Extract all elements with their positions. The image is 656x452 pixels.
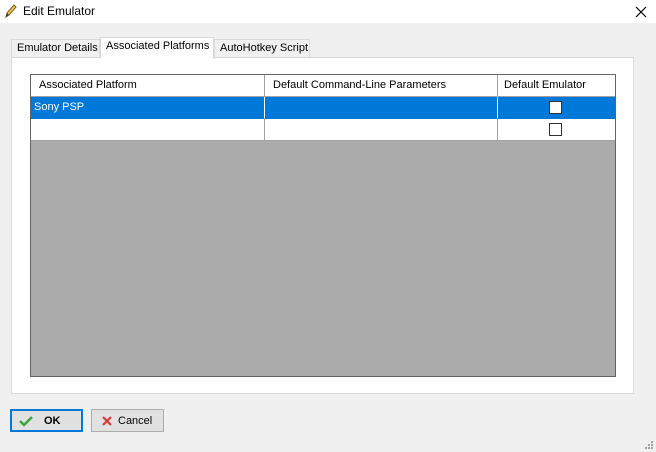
title-bar: Edit Emulator xyxy=(0,0,656,23)
close-icon xyxy=(635,6,647,17)
default-emulator-checkbox[interactable] xyxy=(549,123,562,136)
column-header-platform[interactable]: Associated Platform xyxy=(31,75,265,97)
grid-header: Associated Platform Default Command-Line… xyxy=(31,75,615,97)
resize-grip-icon[interactable] xyxy=(644,440,654,450)
tab-emulator-details[interactable]: Emulator Details xyxy=(11,39,100,58)
column-header-default-emulator[interactable]: Default Emulator xyxy=(498,75,615,97)
close-button[interactable] xyxy=(626,0,656,23)
cancel-button[interactable]: Cancel xyxy=(91,409,164,432)
default-emulator-cell[interactable] xyxy=(498,97,615,119)
table-row[interactable] xyxy=(31,119,615,141)
x-icon xyxy=(102,415,112,426)
pencil-icon xyxy=(5,4,17,19)
ok-button[interactable]: OK xyxy=(10,409,83,432)
column-header-parameters[interactable]: Default Command-Line Parameters xyxy=(265,75,498,97)
ok-label: OK xyxy=(44,414,61,427)
parameters-cell[interactable] xyxy=(265,119,498,141)
platform-cell[interactable]: Sony PSP xyxy=(31,97,265,119)
associated-platforms-panel: Associated Platform Default Command-Line… xyxy=(11,57,634,394)
table-row[interactable]: Sony PSP xyxy=(31,97,615,119)
tab-autohotkey-script[interactable]: AutoHotkey Script xyxy=(214,39,310,58)
platform-cell[interactable] xyxy=(31,119,265,141)
edit-emulator-window: Edit Emulator Emulator Details Associate… xyxy=(0,0,656,452)
checkmark-icon xyxy=(19,415,33,427)
default-emulator-checkbox[interactable] xyxy=(549,101,562,114)
window-title: Edit Emulator xyxy=(23,4,96,18)
parameters-cell[interactable] xyxy=(265,97,498,119)
default-emulator-cell[interactable] xyxy=(498,119,615,141)
platforms-grid: Associated Platform Default Command-Line… xyxy=(30,74,616,377)
tab-associated-platforms[interactable]: Associated Platforms xyxy=(100,37,214,59)
cancel-label: Cancel xyxy=(118,414,153,427)
